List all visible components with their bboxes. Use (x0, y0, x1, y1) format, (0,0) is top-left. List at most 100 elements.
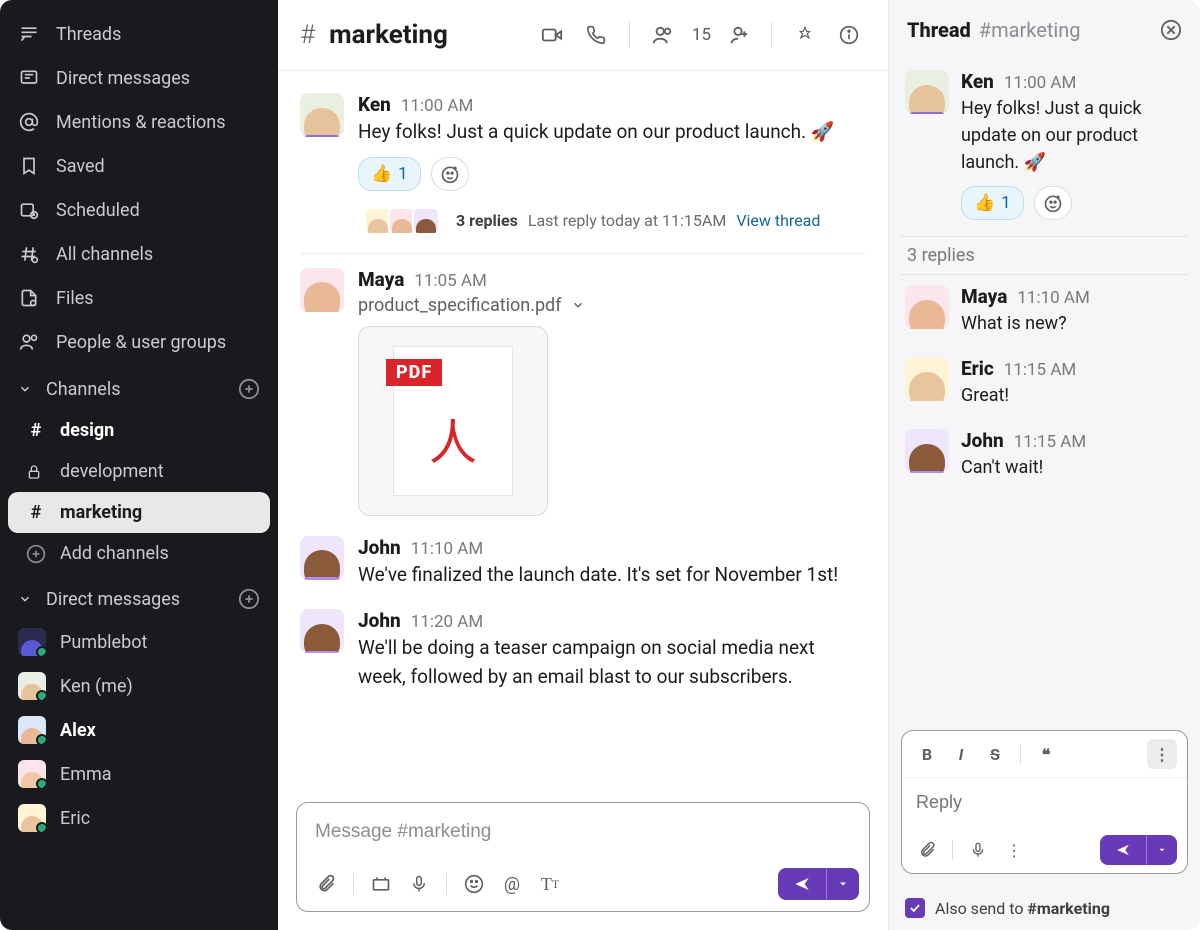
members-icon[interactable] (646, 18, 680, 52)
message-text: Can't wait! (961, 454, 1184, 481)
thread-composer: B I S ❝ ⋮ ⋮ (901, 730, 1188, 874)
actions-icon[interactable] (364, 867, 398, 901)
avatar[interactable] (905, 357, 949, 401)
channels-heading[interactable]: Channels (0, 364, 278, 410)
dm-item-eric[interactable]: Eric (0, 796, 278, 840)
italic-icon[interactable]: I (946, 739, 976, 769)
sidebar-nav-scheduled[interactable]: Scheduled (0, 188, 278, 232)
sidebar-nav-saved[interactable]: Saved (0, 144, 278, 188)
nav-label: People & user groups (56, 332, 226, 353)
dm-item-alex[interactable]: Alex (0, 708, 278, 752)
channel-item-marketing[interactable]: #marketing (8, 492, 270, 533)
file-attachment[interactable]: PDF人 (358, 326, 548, 516)
bold-icon[interactable]: B (912, 739, 942, 769)
main-panel: # marketing 15 Ken11:00 AMHey folks! Jus… (278, 0, 888, 930)
also-send-checkbox[interactable] (905, 898, 925, 918)
emoji-icon[interactable] (457, 867, 491, 901)
message-time: 11:10 AM (411, 539, 483, 559)
sidebar-nav-people-user-groups[interactable]: People & user groups (0, 320, 278, 364)
audio-call-icon[interactable] (579, 18, 613, 52)
also-send-row[interactable]: Also send to #marketing (889, 886, 1200, 930)
dm-item-emma[interactable]: Emma (0, 752, 278, 796)
add-dm-icon[interactable] (238, 588, 260, 610)
format-icon[interactable]: TT (533, 867, 567, 901)
avatar[interactable] (300, 536, 344, 580)
thread-summary[interactable]: 3 repliesLast reply today at 11:15AMView… (300, 197, 866, 254)
more-format-icon[interactable]: ⋮ (1147, 739, 1177, 769)
message-list[interactable]: Ken11:00 AMHey folks! Just a quick updat… (278, 71, 888, 792)
view-thread-link[interactable]: View thread (736, 211, 820, 230)
thread-channel: #marketing (979, 18, 1081, 42)
sidebar-nav-direct-messages[interactable]: Direct messages (0, 56, 278, 100)
chevron-down-icon (18, 382, 32, 396)
mic-icon[interactable] (402, 867, 436, 901)
dm-label: Ken (me) (60, 676, 133, 697)
nav-label: Scheduled (56, 200, 140, 221)
strike-icon[interactable]: S (980, 739, 1010, 769)
sidebar-nav-files[interactable]: Files (0, 276, 278, 320)
message-author[interactable]: John (358, 609, 401, 632)
file-name-row[interactable]: product_specification.pdf (358, 295, 866, 316)
add-channel-icon[interactable] (238, 378, 260, 400)
message-text: We've finalized the launch date. It's se… (358, 561, 866, 590)
message-time: 11:15 AM (1014, 432, 1086, 452)
video-call-icon[interactable] (535, 18, 569, 52)
send-options-icon[interactable] (826, 868, 859, 900)
quote-icon[interactable]: ❝ (1031, 739, 1061, 769)
avatar[interactable] (905, 429, 949, 473)
thread-reply-input[interactable] (902, 778, 1187, 827)
message-author[interactable]: Eric (961, 357, 994, 380)
add-reaction-icon[interactable] (1034, 186, 1072, 220)
avatar (412, 207, 440, 235)
message-time: 11:15 AM (1004, 360, 1076, 380)
dm-item-ken-me-[interactable]: Ken (me) (0, 664, 278, 708)
message-author[interactable]: John (961, 429, 1004, 452)
message-input[interactable] (297, 803, 869, 861)
reply-count: 3 replies (456, 211, 518, 230)
add-channels-label: Add channels (60, 543, 169, 564)
sidebar-nav-all-channels[interactable]: All channels (0, 232, 278, 276)
sidebar-nav-threads[interactable]: Threads (0, 12, 278, 56)
send-options-icon[interactable] (1146, 835, 1177, 865)
dms-heading[interactable]: Direct messages (0, 574, 278, 620)
message-author[interactable]: Ken (961, 70, 994, 93)
avatar[interactable] (300, 93, 344, 137)
dm-item-pumblebot[interactable]: Pumblebot (0, 620, 278, 664)
channel-name[interactable]: marketing (329, 20, 448, 50)
avatar (18, 804, 46, 832)
thread-send-button[interactable] (1100, 835, 1177, 865)
chevron-down-icon (18, 592, 32, 606)
attach-icon[interactable] (912, 835, 942, 865)
channel-item-development[interactable]: development (8, 451, 270, 492)
message-author[interactable]: Maya (961, 285, 1007, 308)
message-time: 11:20 AM (411, 612, 483, 632)
message-time: 11:00 AM (1004, 73, 1076, 93)
message-author[interactable]: John (358, 536, 401, 559)
close-icon[interactable] (1160, 19, 1182, 41)
avatar[interactable] (905, 70, 949, 114)
avatar[interactable] (300, 268, 344, 312)
thread-header: Thread #marketing (889, 0, 1200, 60)
pin-icon[interactable] (788, 18, 822, 52)
message-author[interactable]: Ken (358, 93, 391, 116)
mention-icon[interactable]: @ (495, 867, 529, 901)
send-button[interactable] (778, 868, 859, 900)
reaction-chip[interactable]: 👍1 (358, 157, 421, 191)
thread-reply: John 11:15 AM Can't wait! (901, 419, 1188, 491)
message-text: Great! (961, 382, 1184, 409)
mic-icon[interactable] (963, 835, 993, 865)
avatar[interactable] (905, 285, 949, 329)
nav-label: Mentions & reactions (56, 112, 226, 133)
attach-icon[interactable] (309, 867, 343, 901)
more-icon[interactable]: ⋮ (999, 835, 1029, 865)
reaction-chip[interactable]: 👍1 (961, 186, 1024, 220)
avatar[interactable] (300, 609, 344, 653)
add-channels-item[interactable]: Add channels (8, 533, 270, 574)
composer-toolbar: @ TT (297, 861, 869, 911)
sidebar-nav-mentions-reactions[interactable]: Mentions & reactions (0, 100, 278, 144)
message-author[interactable]: Maya (358, 268, 404, 291)
info-icon[interactable] (832, 18, 866, 52)
channel-item-design[interactable]: #design (8, 410, 270, 451)
add-reaction-icon[interactable] (431, 157, 469, 191)
add-member-icon[interactable] (721, 18, 755, 52)
